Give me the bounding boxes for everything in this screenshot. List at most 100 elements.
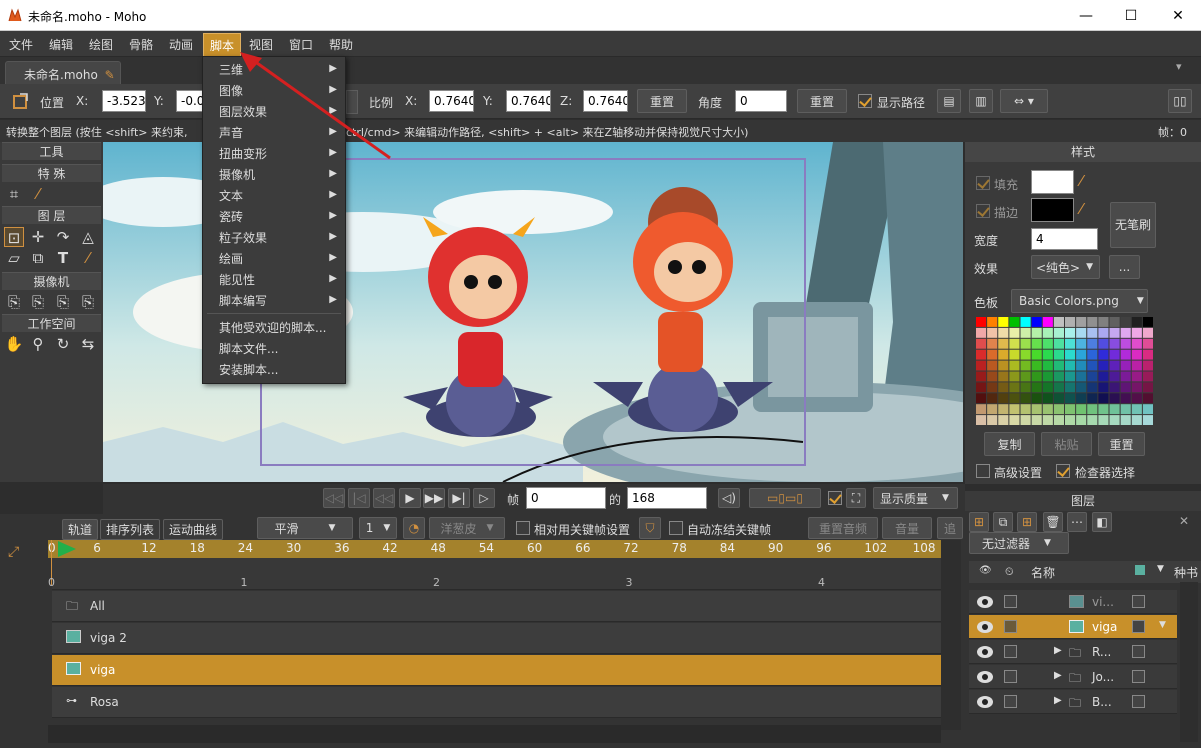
- script-menu-script-file[interactable]: 脚本文件...: [219, 340, 278, 357]
- current-frame-input[interactable]: 0: [526, 487, 606, 509]
- palette-swatch[interactable]: [1031, 360, 1042, 371]
- palette-swatch[interactable]: [1087, 317, 1098, 327]
- palette-swatch[interactable]: [1065, 415, 1076, 425]
- copy-style-button[interactable]: 复制: [984, 432, 1035, 456]
- palette-swatch[interactable]: [1020, 382, 1031, 393]
- palette-swatch[interactable]: [1031, 404, 1042, 415]
- palette-swatch[interactable]: [1065, 360, 1076, 371]
- fill-eyedropper-icon[interactable]: ⁄: [1080, 172, 1083, 190]
- palette-swatch[interactable]: [1065, 349, 1076, 360]
- palette-swatch[interactable]: [1031, 393, 1042, 404]
- step-back-icon[interactable]: |◁: [348, 488, 370, 508]
- palette-swatch[interactable]: [998, 338, 1009, 349]
- total-frames-input[interactable]: 168: [627, 487, 707, 509]
- palette-swatch[interactable]: [1120, 393, 1131, 404]
- timeline-vertical-scrollbar[interactable]: [941, 540, 961, 730]
- palette-swatch[interactable]: [1031, 317, 1042, 327]
- palette-dropdown[interactable]: Basic Colors.png ▼: [1011, 289, 1148, 313]
- position-y-input[interactable]: -0.0: [176, 90, 204, 112]
- palette-swatch[interactable]: [987, 415, 998, 425]
- palette-swatch[interactable]: [998, 327, 1009, 338]
- palette-swatch[interactable]: [976, 338, 987, 349]
- tab-motion-curves[interactable]: 运动曲线: [163, 519, 223, 540]
- rotate-tool-icon[interactable]: ↷: [53, 227, 73, 247]
- angle-reset-button[interactable]: 重置: [797, 89, 847, 113]
- set-origin-tool-icon[interactable]: ◬: [78, 227, 98, 247]
- document-tab[interactable]: 未命名.moho ✎: [5, 61, 121, 84]
- palette-swatch[interactable]: [1142, 393, 1153, 404]
- timeline-row-all[interactable]: 🗀 All: [52, 591, 941, 622]
- palette-swatch[interactable]: [1120, 404, 1131, 415]
- timeline-row-rosa[interactable]: ⊶ Rosa: [52, 687, 941, 718]
- palette-swatch[interactable]: [1142, 415, 1153, 425]
- auto-freeze-checkbox[interactable]: [669, 521, 683, 535]
- eye-icon[interactable]: [977, 621, 993, 633]
- palette-swatch[interactable]: [1120, 382, 1131, 393]
- magic-wand-tool-icon[interactable]: ⁄: [28, 184, 48, 204]
- layer-settings-icon[interactable]: ◧: [1092, 512, 1112, 532]
- interpolation-dropdown[interactable]: 平滑 ▼: [257, 517, 353, 539]
- camera-zoom-icon[interactable]: ⎘: [28, 292, 48, 312]
- effect-dropdown[interactable]: <纯色> ▼: [1031, 255, 1100, 279]
- palette-swatch[interactable]: [1053, 360, 1064, 371]
- step-forward-icon[interactable]: ▶|: [448, 488, 470, 508]
- orbit-workspace-icon[interactable]: ⇆: [78, 334, 98, 354]
- layers-scrollbar[interactable]: [1180, 582, 1198, 742]
- zoom-tool-icon[interactable]: ⚲: [28, 334, 48, 354]
- palette-swatch[interactable]: [1009, 327, 1020, 338]
- lock-box[interactable]: [1004, 645, 1017, 658]
- palette-swatch[interactable]: [1120, 327, 1131, 338]
- palette-swatch[interactable]: [1109, 349, 1120, 360]
- display-quality-dropdown[interactable]: 显示质量 ▼: [873, 487, 958, 509]
- layer-row-viga-2[interactable]: vi...: [969, 590, 1177, 614]
- maximize-button[interactable]: ☐: [1108, 0, 1154, 31]
- palette-swatch[interactable]: [1087, 327, 1098, 338]
- rotate-workspace-icon[interactable]: ↻: [53, 334, 73, 354]
- palette-swatch[interactable]: [1076, 393, 1087, 404]
- palette-swatch[interactable]: [976, 393, 987, 404]
- scale-reset-button[interactable]: 重置: [637, 89, 687, 113]
- palette-swatch[interactable]: [998, 317, 1009, 327]
- palette-swatch[interactable]: [1065, 327, 1076, 338]
- palette-swatch[interactable]: [976, 371, 987, 382]
- palette-swatch[interactable]: [976, 317, 987, 327]
- palette-swatch[interactable]: [1009, 338, 1020, 349]
- reset-style-button[interactable]: 重置: [1098, 432, 1145, 456]
- menu-animation[interactable]: 动画: [169, 36, 193, 53]
- palette-swatch[interactable]: [976, 349, 987, 360]
- flip-vertical-icon[interactable]: ▥: [969, 89, 993, 113]
- shear-tool-icon[interactable]: ▱: [4, 248, 24, 268]
- palette-swatch[interactable]: [1065, 338, 1076, 349]
- layer-color-box[interactable]: [1132, 645, 1145, 658]
- expander-arrow-icon[interactable]: ▶: [1054, 670, 1062, 681]
- palette-swatch[interactable]: [1065, 404, 1076, 415]
- close-button[interactable]: ✕: [1155, 0, 1201, 31]
- palette-swatch[interactable]: [1098, 338, 1109, 349]
- interpolation-number-dropdown[interactable]: 1 ▼: [359, 517, 397, 539]
- color-palette-grid[interactable]: [976, 317, 1154, 426]
- script-menu-paint[interactable]: 绘画: [219, 250, 243, 267]
- palette-swatch[interactable]: [1031, 415, 1042, 425]
- menu-file[interactable]: 文件: [9, 36, 33, 53]
- palette-swatch[interactable]: [1131, 338, 1142, 349]
- palette-swatch[interactable]: [1042, 360, 1053, 371]
- layer-color-box[interactable]: [1132, 595, 1145, 608]
- script-menu-particles[interactable]: 粒子效果: [219, 229, 267, 246]
- palette-swatch[interactable]: [1042, 338, 1053, 349]
- palette-swatch[interactable]: [1087, 393, 1098, 404]
- camera-roll-icon[interactable]: ⎘: [53, 292, 73, 312]
- lock-box[interactable]: [1004, 670, 1017, 683]
- palette-swatch[interactable]: [1009, 349, 1020, 360]
- palette-swatch[interactable]: [976, 404, 987, 415]
- palette-swatch[interactable]: [987, 360, 998, 371]
- palette-swatch[interactable]: [1053, 349, 1064, 360]
- palette-swatch[interactable]: [1109, 393, 1120, 404]
- minimize-button[interactable]: —: [1063, 0, 1109, 31]
- palette-swatch[interactable]: [998, 404, 1009, 415]
- palette-swatch[interactable]: [1142, 338, 1153, 349]
- no-brush-button[interactable]: 无笔刷: [1110, 202, 1156, 248]
- palette-swatch[interactable]: [1076, 327, 1087, 338]
- palette-swatch[interactable]: [1131, 382, 1142, 393]
- palette-swatch[interactable]: [1031, 327, 1042, 338]
- palette-swatch[interactable]: [1087, 349, 1098, 360]
